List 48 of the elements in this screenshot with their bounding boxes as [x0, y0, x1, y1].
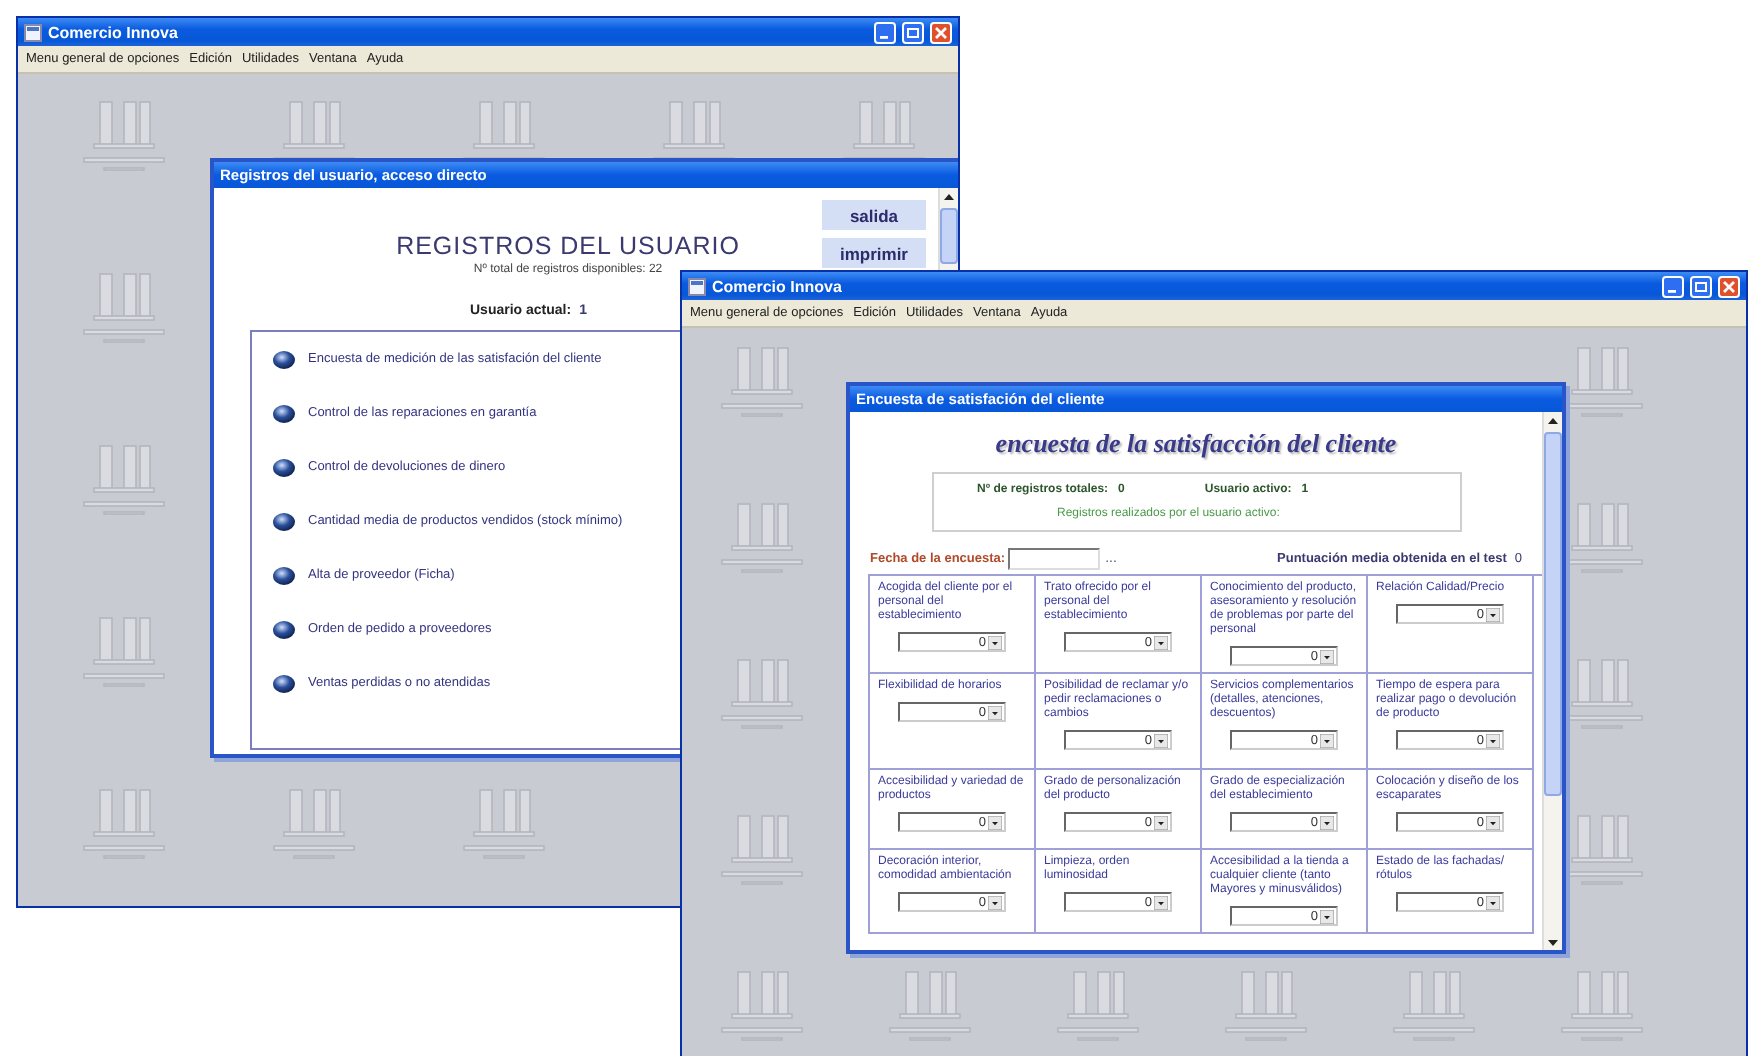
date-field[interactable] [1007, 548, 1100, 570]
caret-icon [1486, 895, 1500, 909]
caret-icon [1320, 649, 1334, 663]
orb-icon [272, 349, 296, 369]
close-button[interactable] [930, 21, 952, 43]
close-icon [934, 25, 948, 39]
orb-icon [272, 619, 296, 639]
orb-icon [272, 673, 296, 693]
page-heading: REGISTROS DEL USUARIO [396, 232, 740, 260]
orb-icon [272, 403, 296, 423]
orb-icon [272, 511, 296, 531]
window-title: Comercio Innova [712, 277, 844, 295]
scrollbar-thumb[interactable] [940, 208, 958, 264]
scrollbar[interactable] [1542, 412, 1562, 950]
survey-heading: encuesta de la satisfacción del cliente [993, 428, 1399, 460]
down-arrow-icon[interactable] [1546, 936, 1560, 950]
maximize-button[interactable] [902, 21, 924, 43]
action-button[interactable]: salida [822, 200, 926, 230]
caret-icon [1486, 815, 1500, 829]
caret-icon [1320, 733, 1334, 747]
orb-icon [272, 565, 296, 585]
app-icon [688, 277, 706, 295]
up-arrow-icon[interactable] [942, 190, 956, 204]
caret-icon [1154, 895, 1168, 909]
caret-icon [1154, 733, 1168, 747]
caret-icon [1154, 815, 1168, 829]
caret-icon [1154, 635, 1168, 649]
caret-icon [1320, 815, 1334, 829]
scrollbar-thumb[interactable] [1544, 432, 1562, 796]
app-icon [24, 23, 42, 41]
maximize-icon [906, 25, 920, 39]
up-arrow-icon[interactable] [1546, 414, 1560, 428]
maximize-button[interactable] [1690, 275, 1712, 297]
maximize-icon [1694, 279, 1708, 293]
minimize-button[interactable] [874, 21, 896, 43]
minimize-button[interactable] [1662, 275, 1684, 297]
caret-icon [1320, 909, 1334, 923]
caret-icon [988, 895, 1002, 909]
caret-icon [988, 815, 1002, 829]
caret-icon [1486, 607, 1500, 621]
caret-icon [988, 705, 1002, 719]
caret-icon [1486, 733, 1500, 747]
close-button[interactable] [1718, 275, 1740, 297]
orb-icon [272, 457, 296, 477]
close-icon [1722, 279, 1736, 293]
caret-icon [988, 635, 1002, 649]
action-button[interactable]: imprimir [822, 238, 926, 268]
window-title: Comercio Innova [48, 23, 180, 41]
